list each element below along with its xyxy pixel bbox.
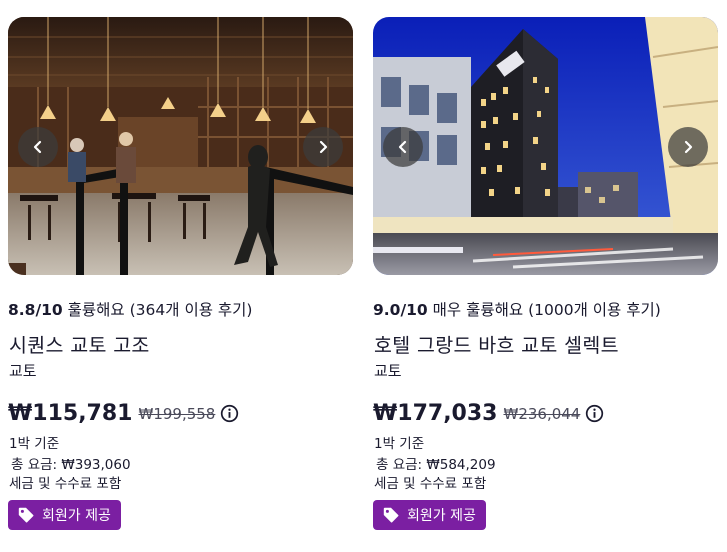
total-price: 총 요금: ₩393,060 xyxy=(11,457,131,473)
hotel-name[interactable]: 호텔 그랑드 바흐 교토 셀렉트 xyxy=(374,329,619,358)
chevron-right-icon xyxy=(684,140,693,154)
price-row: ₩177,033 ₩236,044 xyxy=(373,401,604,426)
previous-photo-button[interactable] xyxy=(383,127,423,167)
rating-label: 훌륭해요 xyxy=(67,301,125,319)
exterior-photo xyxy=(373,17,718,275)
chevron-left-icon xyxy=(398,140,407,154)
original-price: ₩236,044 xyxy=(503,404,581,423)
guest-rating: 9.0/10 매우 훌륭해요 (1000개 이용 후기) xyxy=(373,298,661,320)
hotel-name[interactable]: 시퀀스 교토 고조 xyxy=(9,329,150,358)
next-photo-button[interactable] xyxy=(303,127,343,167)
member-price-badge: 회원가 제공 xyxy=(8,500,121,530)
badge-label: 회원가 제공 xyxy=(42,508,111,524)
previous-photo-button[interactable] xyxy=(18,127,58,167)
rating-score: 8.8/10 xyxy=(8,301,63,319)
hotel-card-1[interactable]: 8.8/10 훌륭해요 (364개 이용 후기) 시퀀스 교토 고조 교토 ₩1… xyxy=(8,17,353,530)
tax-note: 세금 및 수수료 포함 xyxy=(374,476,487,492)
rating-score: 9.0/10 xyxy=(373,301,428,319)
per-night-label: 1박 기준 xyxy=(9,436,60,452)
current-price: ₩177,033 xyxy=(373,401,498,426)
hotel-city: 교토 xyxy=(9,362,37,380)
review-count: (364개 이용 후기) xyxy=(129,301,253,319)
badge-label: 회원가 제공 xyxy=(407,508,476,524)
per-night-label: 1박 기준 xyxy=(374,436,425,452)
info-circle-icon xyxy=(586,404,604,423)
total-price: 총 요금: ₩584,209 xyxy=(376,457,496,473)
tax-note: 세금 및 수수료 포함 xyxy=(9,476,122,492)
chevron-right-icon xyxy=(319,140,328,154)
info-circle-icon xyxy=(221,404,239,423)
review-count: (1000개 이용 후기) xyxy=(528,301,661,319)
lobby-photo xyxy=(8,17,353,275)
hotel-photo[interactable] xyxy=(8,17,353,275)
hotel-city: 교토 xyxy=(374,362,402,380)
price-row: ₩115,781 ₩199,558 xyxy=(8,401,239,426)
chevron-left-icon xyxy=(33,140,42,154)
member-price-badge: 회원가 제공 xyxy=(373,500,486,530)
price-info-button[interactable] xyxy=(220,404,239,423)
tag-icon xyxy=(383,507,399,523)
current-price: ₩115,781 xyxy=(8,401,133,426)
guest-rating: 8.8/10 훌륭해요 (364개 이용 후기) xyxy=(8,298,252,320)
hotel-card-2[interactable]: 9.0/10 매우 훌륭해요 (1000개 이용 후기) 호텔 그랑드 바흐 교… xyxy=(373,17,718,530)
price-info-button[interactable] xyxy=(585,404,604,423)
hotel-photo[interactable] xyxy=(373,17,718,275)
next-photo-button[interactable] xyxy=(668,127,708,167)
tag-icon xyxy=(18,507,34,523)
rating-label: 매우 훌륭해요 xyxy=(432,301,524,319)
original-price: ₩199,558 xyxy=(138,404,216,423)
